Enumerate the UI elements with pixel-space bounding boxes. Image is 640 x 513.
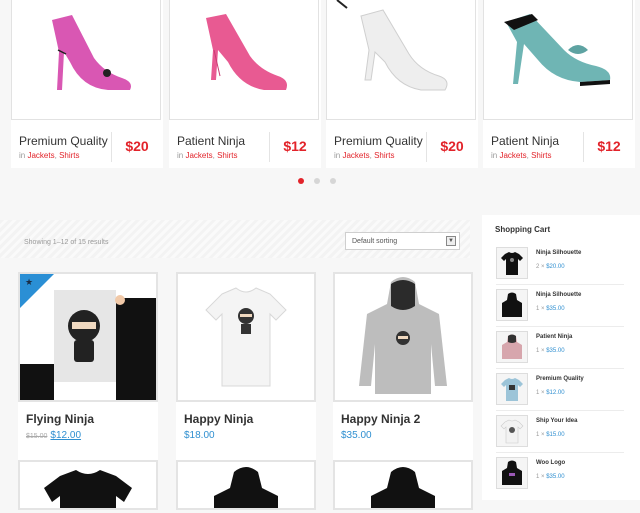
carousel-product-card[interactable]: Patient Ninja in Jackets, Shirts $12 [169,0,321,168]
shopping-cart-widget: Shopping Cart Ninja Silhouette 2 × $20.0… [482,215,640,500]
cart-item-thumb[interactable] [496,331,528,363]
cart-item[interactable]: Ship Your Idea 1 × $15.00 [496,415,636,455]
product-price: $12 [597,138,621,154]
cart-item[interactable]: Patient Ninja 1 × $35.00 [496,331,636,371]
category-link[interactable]: Jackets [342,151,369,160]
product-image[interactable] [326,0,476,120]
carousel-product-card[interactable]: Patient Ninja in Jackets, Shirts $12 [483,0,635,168]
product-name[interactable]: Happy Ninja 2 [341,412,420,426]
cart-item-qty: 1 × $35.00 [536,306,565,312]
cart-item-name[interactable]: Premium Quality [536,376,584,382]
carousel-product-card[interactable]: Premium Quality in Jackets, Shirts $20 [326,0,478,168]
cart-item[interactable]: Ninja Silhouette 2 × $20.00 [496,247,636,287]
product-price: $15.00 $12.00 [26,430,81,441]
carousel-dot-3[interactable] [330,178,336,184]
cart-item-name[interactable]: Patient Ninja [536,334,572,340]
sorting-label: Default sorting [352,238,398,245]
cart-title: Shopping Cart [495,225,551,234]
product-name[interactable]: Patient Ninja [491,134,559,148]
category-link[interactable]: Jackets [185,151,212,160]
product-name[interactable]: Flying Ninja [26,412,94,426]
cart-item-thumb[interactable] [496,457,528,489]
product-image[interactable] [333,272,473,402]
product-categories: in Jackets, Shirts [19,151,80,160]
cart-item-name[interactable]: Woo Logo [536,460,565,466]
category-link[interactable]: Jackets [27,151,54,160]
cart-item-qty: 2 × $20.00 [536,264,565,270]
sorting-select[interactable]: Default sorting ▼ [345,232,460,250]
cart-item-name[interactable]: Ship Your Idea [536,418,577,424]
product-categories: in Jackets, Shirts [177,151,238,160]
cart-item-qty: 1 × $15.00 [536,432,565,438]
product-categories: in Jackets, Shirts [491,151,552,160]
chevron-down-icon[interactable]: ▼ [446,236,456,246]
product-image[interactable] [11,0,161,120]
product-price: $35.00 [341,430,372,441]
product-image[interactable] [483,0,633,120]
product-card[interactable] [333,460,473,510]
cart-item-thumb[interactable] [496,373,528,405]
cart-item[interactable]: Woo Logo 1 × $35.00 [496,457,636,497]
category-link[interactable]: Shirts [217,151,237,160]
cart-item[interactable]: Premium Quality 1 × $12.00 [496,373,636,413]
sale-price: $12.00 [50,430,82,441]
cart-item-qty: 1 × $35.00 [536,474,565,480]
star-icon: ★ [25,277,34,287]
product-card[interactable] [18,460,158,510]
old-price: $15.00 [26,433,48,440]
product-card[interactable]: ★ Flying Ninja $15.00 $12.00 [18,272,158,460]
cart-item-name[interactable]: Ninja Silhouette [536,292,581,298]
product-categories: in Jackets, Shirts [334,151,395,160]
product-price: $12 [283,138,307,154]
product-price: $20 [440,138,464,154]
cart-item-thumb[interactable] [496,289,528,321]
carousel-product-card[interactable]: Premium Quality in Jackets, Shirts $20 [11,0,163,168]
cart-item-thumb[interactable] [496,415,528,447]
result-count: Showing 1–12 of 15 results [24,239,109,246]
category-link[interactable]: Shirts [374,151,394,160]
product-name[interactable]: Premium Quality [19,134,108,148]
category-link[interactable]: Shirts [59,151,79,160]
category-link[interactable]: Shirts [531,151,551,160]
product-price: $20 [125,138,149,154]
category-link[interactable]: Jackets [499,151,526,160]
cart-item-qty: 1 × $35.00 [536,348,565,354]
product-name[interactable]: Premium Quality [334,134,423,148]
carousel-dot-2[interactable] [314,178,320,184]
product-card[interactable]: Happy Ninja $18.00 [176,272,316,460]
cart-item[interactable]: Ninja Silhouette 1 × $35.00 [496,289,636,329]
cart-item-qty: 1 × $12.00 [536,390,565,396]
product-card[interactable]: Happy Ninja 2 $35.00 [333,272,473,460]
product-name[interactable]: Patient Ninja [177,134,245,148]
cart-item-thumb[interactable] [496,247,528,279]
product-image[interactable] [169,0,319,120]
cart-item-name[interactable]: Ninja Silhouette [536,250,581,256]
product-name[interactable]: Happy Ninja [184,412,253,426]
product-price: $18.00 [184,430,215,441]
product-card[interactable] [176,460,316,510]
carousel-dot-1[interactable] [298,178,304,184]
product-image[interactable] [176,272,316,402]
product-image[interactable]: ★ [18,272,158,402]
